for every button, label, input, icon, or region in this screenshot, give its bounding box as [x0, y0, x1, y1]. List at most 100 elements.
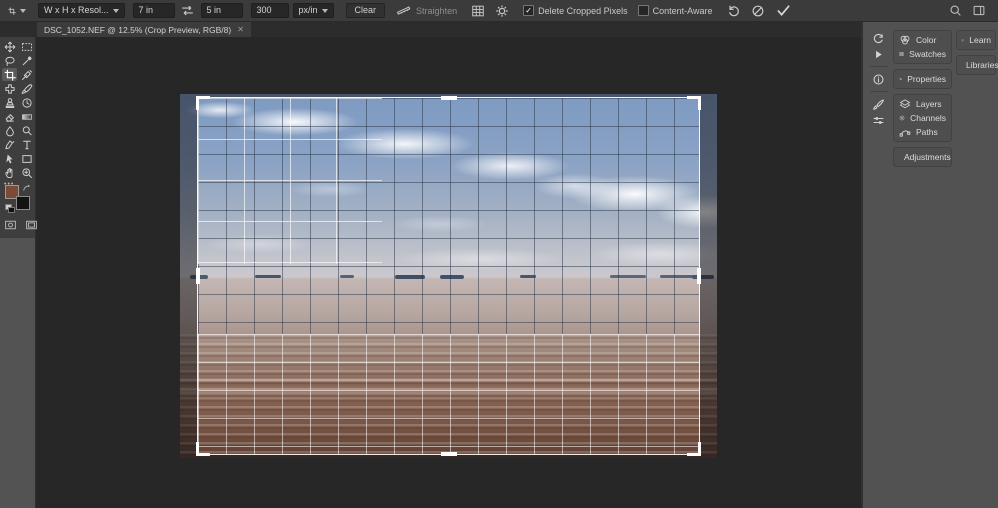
panel-tab-libraries[interactable]: Libraries	[957, 58, 998, 72]
panel-tab-adjustments[interactable]: Adjustments	[894, 150, 951, 164]
reset-crop-icon[interactable]	[725, 2, 743, 20]
crop-ratio-dropdown[interactable]: W x H x Resol...	[38, 3, 125, 18]
tool-history-brush[interactable]	[19, 96, 34, 109]
crop-height-input[interactable]: 5 in	[200, 3, 243, 18]
resolution-unit-dropdown[interactable]: px/in	[292, 3, 334, 18]
background-color-swatch[interactable]	[16, 196, 30, 210]
brush-settings-panel-icon[interactable]	[868, 96, 890, 112]
tools-panel: •••	[0, 37, 37, 238]
panel-label-properties: Properties	[907, 74, 946, 84]
tool-dodge[interactable]	[19, 124, 34, 137]
tool-presets-panel-icon[interactable]	[868, 112, 890, 128]
straighten-label[interactable]: Straighten	[416, 6, 457, 16]
panel-label-learn: Learn	[969, 35, 991, 45]
tool-path-selection[interactable]	[2, 152, 17, 165]
panel-label-libraries: Libraries	[966, 60, 998, 70]
checkbox-unchecked-icon	[637, 5, 649, 16]
tool-type[interactable]	[19, 138, 34, 151]
paths-panel-icon	[899, 130, 911, 137]
color-swatches	[5, 185, 32, 213]
photoshop-window: W x H x Resol... 7 in 5 in 300 px/in Cle…	[0, 0, 998, 508]
resolution-unit-label: px/in	[298, 5, 318, 15]
delete-cropped-pixels-checkbox[interactable]: ✓ Delete Cropped Pixels	[523, 5, 628, 16]
tool-marquee[interactable]	[19, 40, 34, 53]
chevron-down-icon	[20, 8, 26, 13]
panel-label-paths: Paths	[916, 127, 938, 137]
crop-handle-left[interactable]	[196, 268, 200, 284]
document-canvas[interactable]	[37, 37, 861, 508]
panel-tab-swatches[interactable]: Swatches	[894, 47, 951, 61]
swap-colors-icon[interactable]	[23, 185, 31, 193]
default-colors-icon[interactable]	[5, 204, 15, 213]
crop-box[interactable]	[196, 96, 701, 456]
crop-ratio-label: W x H x Resol...	[44, 5, 109, 15]
search-icon[interactable]	[946, 2, 964, 20]
workspace-switcher-icon[interactable]	[970, 2, 988, 20]
tool-move[interactable]	[2, 40, 17, 53]
channels-panel-icon	[899, 115, 905, 121]
panel-tab-channels[interactable]: Channels	[894, 111, 951, 125]
tool-healing-brush[interactable]	[2, 82, 17, 95]
tool-lasso[interactable]	[2, 54, 17, 67]
resolution-input[interactable]: 300	[250, 3, 289, 18]
cancel-crop-icon[interactable]	[749, 2, 767, 20]
close-tab-icon[interactable]: ✕	[237, 25, 244, 34]
panel-label-adjustments: Adjustments	[904, 152, 951, 162]
document-tab-title: DSC_1052.NEF @ 12.5% (Crop Preview, RGB/…	[44, 24, 232, 35]
tool-quick-selection[interactable]	[19, 54, 34, 67]
content-aware-checkbox[interactable]: Content-Aware	[637, 5, 713, 16]
tool-eraser[interactable]	[2, 110, 17, 123]
document-tab-bar: DSC_1052.NEF @ 12.5% (Crop Preview, RGB/…	[0, 22, 998, 37]
tool-brush[interactable]	[19, 82, 34, 95]
panel-tab-paths[interactable]: Paths	[894, 125, 951, 139]
info-panel-icon[interactable]	[868, 71, 890, 87]
crop-width-input[interactable]: 7 in	[132, 3, 175, 18]
history-panel-icon[interactable]	[868, 30, 890, 46]
panel-group-properties: Properties	[893, 69, 952, 89]
tool-zoom[interactable]	[19, 166, 34, 179]
checkbox-checked-icon: ✓	[523, 5, 535, 16]
straighten-icon[interactable]	[395, 2, 413, 20]
panel-tab-color[interactable]: Color	[894, 33, 951, 47]
color-panel-icon	[900, 35, 910, 45]
tool-clone-stamp[interactable]	[2, 96, 17, 109]
quick-mask-icon[interactable]	[4, 219, 17, 231]
actions-panel-icon[interactable]	[868, 46, 890, 62]
tool-pen[interactable]	[2, 138, 17, 151]
left-dock: •••	[0, 37, 37, 508]
tool-blur[interactable]	[2, 124, 17, 137]
panel-tab-layers[interactable]: Layers	[894, 97, 951, 111]
commit-crop-icon[interactable]	[775, 2, 793, 20]
swatches-panel-icon	[899, 52, 904, 56]
right-dock: Color Swatches Properties Layers Channel…	[861, 22, 998, 508]
tool-gradient[interactable]	[19, 110, 34, 123]
crop-handle-top[interactable]	[440, 96, 457, 100]
swap-dimensions-icon[interactable]	[179, 2, 197, 20]
panel-group-color: Color Swatches	[893, 30, 952, 64]
tool-hand[interactable]	[2, 166, 17, 179]
layers-panel-icon	[899, 99, 911, 109]
tool-eyedropper[interactable]	[19, 68, 34, 81]
crop-grid-overlay	[198, 334, 699, 454]
tool-rectangle[interactable]	[19, 152, 34, 165]
panel-tab-learn[interactable]: Learn	[957, 33, 995, 47]
crop-handle-top-right[interactable]	[687, 96, 701, 110]
crop-handle-right[interactable]	[697, 268, 701, 284]
crop-tool-preset-icon[interactable]	[8, 2, 26, 20]
overlay-options-icon[interactable]	[469, 2, 487, 20]
crop-handle-bottom[interactable]	[440, 452, 457, 456]
panel-label-color: Color	[916, 35, 937, 45]
clear-button[interactable]: Clear	[345, 3, 386, 18]
panel-tab-properties[interactable]: Properties	[894, 72, 951, 86]
crop-handle-bottom-right[interactable]	[687, 442, 701, 456]
options-bar: W x H x Resol... 7 in 5 in 300 px/in Cle…	[0, 0, 998, 22]
panel-label-channels: Channels	[910, 113, 946, 123]
crop-handle-bottom-left[interactable]	[196, 442, 210, 456]
crop-handle-top-left[interactable]	[196, 96, 210, 110]
panel-group-adjustments: Adjustments	[893, 147, 952, 167]
tool-crop[interactable]	[2, 68, 17, 81]
panel-group-learn: Learn	[956, 30, 996, 50]
crop-settings-gear-icon[interactable]	[493, 2, 511, 20]
document-tab[interactable]: DSC_1052.NEF @ 12.5% (Crop Preview, RGB/…	[37, 22, 251, 37]
panel-group-libraries: Libraries	[956, 55, 998, 75]
